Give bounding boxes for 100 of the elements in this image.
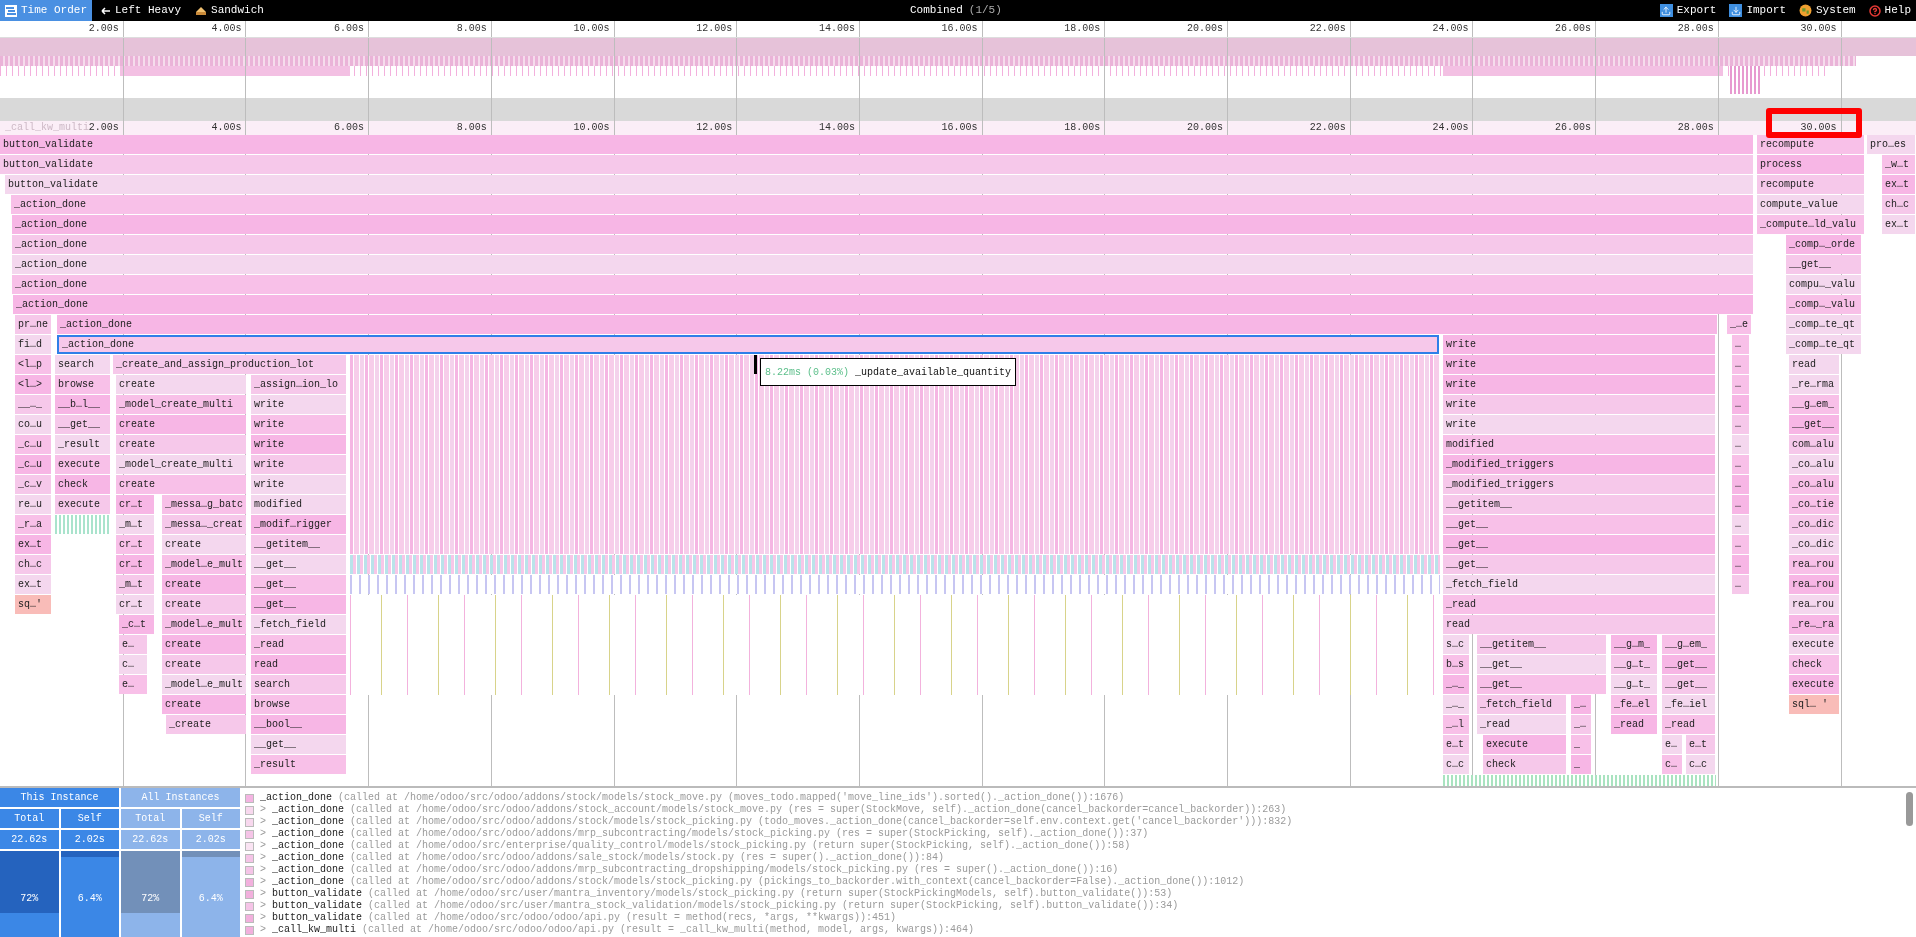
flame-frame[interactable]: __getitem__ — [1443, 495, 1715, 514]
flame-frame[interactable]: cr…t — [116, 595, 154, 614]
flame-frame[interactable]: _fetch_field — [1443, 575, 1715, 594]
flame-frame[interactable]: _modified_triggers — [1443, 455, 1715, 474]
flame-frame[interactable]: _re…_ra — [1789, 615, 1839, 634]
flame-frame[interactable]: cr…t — [116, 495, 154, 514]
flame-frame[interactable]: _create_and_assign_production_lot — [113, 355, 346, 374]
flame-frame[interactable]: _re…rma — [1789, 375, 1839, 394]
flame-frame[interactable]: __get__ — [1443, 535, 1715, 554]
flame-frame[interactable]: _result — [251, 755, 346, 774]
caller-row[interactable]: > _action_done (called at /home/odoo/src/odoo/addons/stock_account/models/stock_move.py (res = super(StockMove, self)._action_done(cancel_backorder=cancel_backorder)):263) — [245, 804, 1916, 816]
flame-frame[interactable]: _assign…ion_lo — [251, 375, 346, 394]
flame-frame[interactable]: __get__ — [251, 555, 346, 574]
flame-frame[interactable]: __get__ — [251, 735, 346, 754]
flame-frame[interactable]: write — [1443, 375, 1715, 394]
caller-row[interactable]: > button_validate (called at /home/odoo/src/user/mantra_stock_validation/models/stock_picking.py (return super(StockPicking, self).button_validate()):34) — [245, 900, 1916, 912]
flame-frame[interactable]: _action_done — [13, 295, 1753, 314]
flame-frame[interactable]: compute_value — [1757, 195, 1864, 214]
flame-frame[interactable]: fi…d — [15, 335, 51, 354]
flame-frame[interactable]: button_validate — [5, 175, 1753, 194]
flame-frame[interactable]: execute — [1789, 635, 1839, 654]
flame-frame[interactable]: … — [1732, 415, 1749, 434]
flame-frame[interactable]: c…c — [1686, 755, 1715, 774]
flame-frame[interactable]: write — [1443, 415, 1715, 434]
flame-frame[interactable]: _co…alu — [1789, 475, 1839, 494]
flame-frame[interactable]: _result — [55, 435, 110, 454]
flame-frame[interactable]: __…_ — [15, 395, 51, 414]
flame-frame[interactable]: ch…c — [1882, 195, 1915, 214]
flame-frame[interactable]: c… — [1662, 755, 1682, 774]
flame-frame[interactable]: __get__ — [251, 575, 346, 594]
flame-frame[interactable]: search — [55, 355, 110, 374]
flame-frame[interactable]: check — [1789, 655, 1839, 674]
flame-frame[interactable]: _messa…g_batc — [162, 495, 246, 514]
caller-row[interactable]: > _action_done (called at /home/odoo/src/odoo/addons/stock/models/stock_picking.py (pickings_to_backorder.with_context(cancel_backorder=False)._action_done()):1012) — [245, 876, 1916, 888]
flame-frame[interactable]: write — [1443, 335, 1715, 354]
flame-frame[interactable]: _ — [1571, 735, 1591, 754]
flame-frame[interactable]: … — [1732, 335, 1749, 354]
flame-frame[interactable]: _read — [1662, 715, 1715, 734]
flame-frame[interactable]: _co…tie — [1789, 495, 1839, 514]
caller-row[interactable]: > button_validate (called at /home/odoo/src/user/mantra_inventory/models/stock_picking.py (return super(StockPickingModels, self).button_validate()):53) — [245, 888, 1916, 900]
flame-frame[interactable]: __get__ — [1443, 555, 1715, 574]
flame-frame[interactable]: __bool__ — [251, 715, 346, 734]
flame-frame[interactable]: create — [162, 655, 246, 674]
flame-frame[interactable]: … — [1732, 535, 1749, 554]
flame-frame[interactable]: _model…e_mult — [162, 615, 246, 634]
flame-frame[interactable]: __get__ — [1789, 415, 1839, 434]
flame-frame[interactable]: … — [1732, 455, 1749, 474]
flame-frame[interactable]: … — [1732, 575, 1749, 594]
flame-frame[interactable]: _co…alu — [1789, 455, 1839, 474]
flame-frame[interactable]: create — [116, 435, 246, 454]
flame-frame[interactable]: pro…es — [1867, 135, 1915, 154]
flame-frame[interactable]: search — [251, 675, 346, 694]
caller-row[interactable]: _action_done (called at /home/odoo/src/odoo/addons/stock/models/stock_move.py (moves_todo.mapped('move_line_ids').sorted()._action_done()):1676) — [245, 792, 1916, 804]
flame-frame[interactable]: execute — [55, 495, 110, 514]
flame-frame[interactable]: __g…t_ — [1611, 655, 1657, 674]
flame-frame[interactable]: write — [251, 455, 346, 474]
flame-frame[interactable]: _modified_triggers — [1443, 475, 1715, 494]
flame-frame[interactable]: rea…rou — [1789, 575, 1839, 594]
flame-frame[interactable]: __get__ — [55, 415, 110, 434]
flame-frame[interactable]: _comp…te_qt — [1786, 315, 1861, 334]
flame-frame[interactable]: modified — [251, 495, 346, 514]
flame-frame[interactable]: _…_ — [1443, 695, 1469, 714]
flame-frame[interactable]: create — [116, 415, 246, 434]
flame-frame[interactable]: create — [162, 535, 246, 554]
flame-frame[interactable]: _modif…rigger — [251, 515, 346, 534]
flame-frame[interactable]: _action_done — [57, 335, 1439, 354]
caller-row[interactable]: > _call_kw_multi (called at /home/odoo/src/odoo/odoo/api.py (result = _call_kw_multi(method, model, args, kwargs)):464) — [245, 924, 1916, 936]
flame-frame[interactable]: _co…dic — [1789, 535, 1839, 554]
flame-frame[interactable]: e…t — [1443, 735, 1469, 754]
flame-frame[interactable]: _action_done — [12, 275, 1753, 294]
flame-frame[interactable]: read — [1789, 355, 1839, 374]
flame-frame[interactable]: write — [251, 415, 346, 434]
caller-row[interactable]: > _action_done (called at /home/odoo/src/enterprise/quality_control/models/stock_picking.py (return super(StockPicking, self)._action_done()):58) — [245, 840, 1916, 852]
flame-frame[interactable]: s…c — [1443, 635, 1469, 654]
flame-frame[interactable]: _w…t — [1882, 155, 1915, 174]
flame-frame[interactable]: __b…l__ — [55, 395, 110, 414]
flame-frame[interactable]: _co…dic — [1789, 515, 1839, 534]
flame-frame[interactable]: __g…t_ — [1611, 675, 1657, 694]
flame-frame[interactable]: create — [116, 475, 246, 494]
flame-frame[interactable]: _messa…_creat — [162, 515, 246, 534]
flame-frame[interactable]: write — [251, 395, 346, 414]
caller-row[interactable]: > _action_done (called at /home/odoo/src/odoo/addons/stock/models/stock_picking.py (todo_moves._action_done(cancel_backorder=self.env.context.get('cancel_backorder'))):832) — [245, 816, 1916, 828]
flame-frame[interactable]: <l…> — [15, 375, 51, 394]
flame-frame[interactable]: __get__ — [1477, 655, 1606, 674]
flame-frame[interactable]: rea…rou — [1789, 555, 1839, 574]
flame-frame[interactable]: button_validate — [0, 135, 1753, 154]
flame-frame[interactable]: cr…t — [116, 535, 154, 554]
flame-frame[interactable]: browse — [55, 375, 110, 394]
flame-frame[interactable]: execute — [1789, 675, 1839, 694]
caller-row[interactable]: > _action_done (called at /home/odoo/src/odoo/addons/sale_stock/models/stock.py (res = super()._action_done()):84) — [245, 852, 1916, 864]
toolbar-action[interactable]: Import — [1724, 0, 1791, 21]
flame-frame[interactable]: _… — [1571, 695, 1591, 714]
flame-frame[interactable]: _read — [251, 635, 346, 654]
flame-frame[interactable]: ex…t — [15, 575, 51, 594]
flame-frame[interactable]: _model…e_mult — [162, 675, 246, 694]
flame-frame[interactable]: c… — [119, 655, 147, 674]
flame-frame[interactable]: _fe…iel — [1662, 695, 1715, 714]
flame-frame[interactable]: … — [1732, 435, 1749, 454]
flame-frame[interactable]: _…e — [1727, 315, 1751, 334]
toolbar-action[interactable]: Help — [1863, 0, 1916, 21]
